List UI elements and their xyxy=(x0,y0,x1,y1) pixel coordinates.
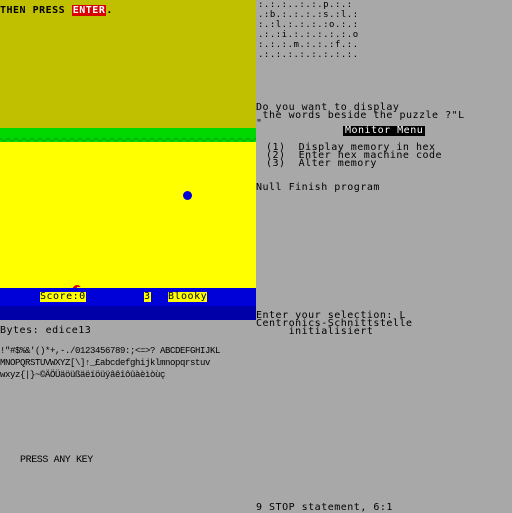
prompt-prefix: THEN PRESS xyxy=(0,5,72,16)
puzzle-row: .:.:i.:.:.:.:.:.o xyxy=(258,30,359,40)
charset-line-1: !"#$%&'()*+,-./0123456789:;<=>? ABCDEFGH… xyxy=(0,346,221,356)
player-name: Blooky xyxy=(168,291,208,302)
game-grass xyxy=(0,128,256,142)
menu-option-3[interactable]: (3) Alter memory xyxy=(266,159,377,169)
puzzle-row: :.:l.:.:.:.:o.:.: xyxy=(258,20,359,30)
lives-count: 3 xyxy=(144,291,151,302)
charset-line-2: MNOPQRSTUVWXYZ[\]↑_£abcdefghijklmnopqrst… xyxy=(0,358,211,368)
null-finish-line: Null Finish program xyxy=(256,182,380,193)
game-status-bar: Score:0 3 Blooky xyxy=(0,288,256,306)
puzzle-row: .:.:.:.:.:.:.:.:. xyxy=(258,50,359,60)
enter-key-label: ENTER xyxy=(71,5,107,16)
game-sky xyxy=(0,0,256,128)
game-bottom-strip xyxy=(0,306,256,320)
word-puzzle-grid: :.:.:..:.:.p.:.: .:b.:.:.:.:s.:l.: :.:l.… xyxy=(258,0,359,60)
puzzle-row: :.:.:..:.:.p.:.: xyxy=(258,0,353,10)
game-screen: Score:0 3 Blooky THEN PRESS ENTER. xyxy=(0,0,256,320)
score-label: Score:0 xyxy=(40,291,86,302)
question-line-3: " xyxy=(256,118,263,129)
monitor-menu-title: Monitor Menu xyxy=(343,125,426,136)
bytes-line: Bytes: edice13 xyxy=(0,325,92,336)
game-ground xyxy=(0,142,256,288)
ball-sprite xyxy=(183,191,192,200)
question-line-2: the words beside the puzzle ?"L xyxy=(256,110,465,121)
charset-line-3: wxyz{|}~©ÄÖÜäöüßäëïöüÿâêîôûàèìòùç xyxy=(0,370,166,380)
puzzle-row: .:b.:.:.:.:s.:l.: xyxy=(258,10,359,20)
press-enter-prompt: THEN PRESS ENTER. xyxy=(0,5,113,16)
prompt-suffix: . xyxy=(106,5,113,16)
player-sprite xyxy=(72,279,82,294)
puzzle-row: :.:.:.m.:.:.:f.:. xyxy=(258,40,359,50)
centronics-line-2: initialisiert xyxy=(256,326,374,337)
press-any-key: PRESS ANY KEY xyxy=(20,455,93,466)
